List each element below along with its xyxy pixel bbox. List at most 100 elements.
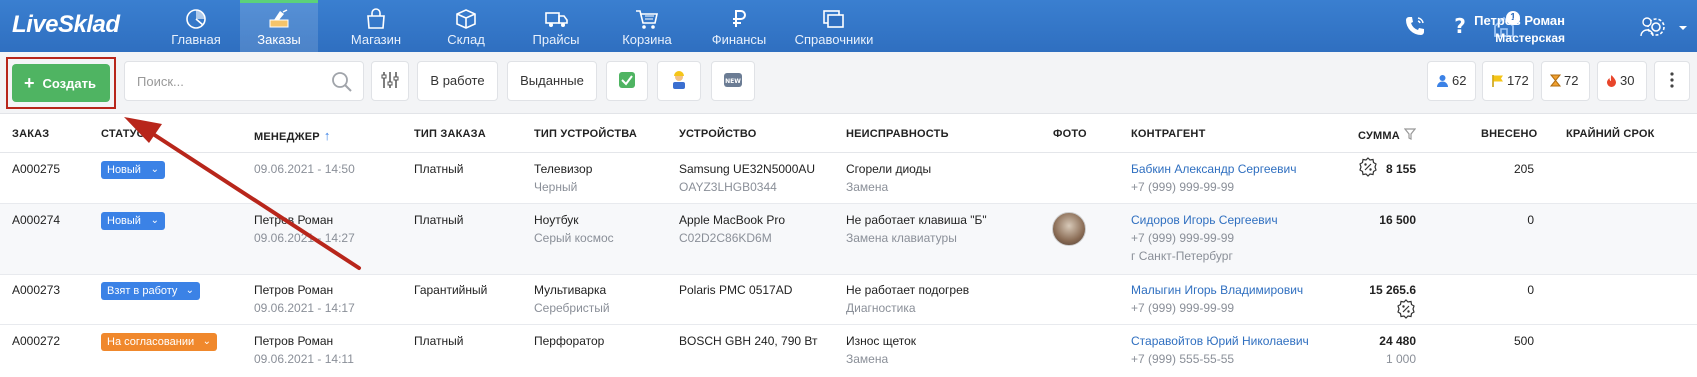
top-navigation-bar: LiveSklad Главная Заказы Магазин Склад П… (0, 0, 1697, 52)
contractor-link[interactable]: Сидоров Игорь Сергеевич (1131, 213, 1278, 227)
chevron-down-icon: ⌄ (150, 215, 159, 226)
col-contractor[interactable]: КОНТРАГЕНТ (1131, 128, 1205, 140)
plus-icon: + (24, 73, 35, 93)
user-name[interactable]: Петров Роман (1465, 13, 1565, 28)
phone-icon[interactable] (1403, 14, 1427, 38)
col-photo[interactable]: ФОТО (1053, 128, 1087, 140)
col-fault[interactable]: НЕИСПРАВНОСТЬ (846, 128, 949, 140)
col-device-type[interactable]: ТИП УСТРОЙСТВА (534, 128, 637, 140)
fire-count-button[interactable]: 30 (1597, 61, 1647, 101)
contractor-link[interactable]: Старавойтов Юрий Николаевич (1131, 334, 1309, 348)
col-sum[interactable]: СУММА (1358, 128, 1417, 142)
order-sum: 16 500 (1379, 213, 1416, 227)
contractor-phone: +7 (999) 555-55-55 (1131, 352, 1235, 366)
order-id[interactable]: A000272 (12, 334, 60, 348)
order-date: 09.06.2021 - 14:27 (254, 231, 355, 245)
order-id[interactable]: A000275 (12, 162, 60, 176)
col-deadline[interactable]: КРАЙНИЙ СРОК (1566, 128, 1655, 140)
hourglass-count-button[interactable]: 72 (1541, 61, 1590, 101)
work-type: Диагностика (846, 301, 916, 315)
table-row[interactable]: A000273 Взят в работу ⌄ Петров Роман 09.0… (0, 275, 1697, 325)
status-dropdown[interactable]: Новый ⌄ (101, 161, 165, 179)
manager-name: Петров Роман (254, 283, 334, 297)
status-dropdown[interactable]: На согласовании ⌄ (101, 333, 217, 351)
chevron-down-icon: ⌄ (185, 285, 194, 296)
nav-item-cart[interactable]: Корзина (610, 0, 684, 52)
annotation-highlight-box: + Создать (6, 57, 116, 109)
nav-item-finance[interactable]: Финансы (700, 0, 778, 52)
search-placeholder: Поиск... (137, 74, 184, 89)
search-icon[interactable] (331, 71, 353, 93)
col-paid[interactable]: ВНЕСЕНО (1481, 128, 1537, 140)
nav-item-warehouse[interactable]: Склад (432, 0, 500, 52)
directory-icon (823, 10, 844, 28)
table-row[interactable]: A000275 Новый ⌄ 09.06.2021 - 14:50 Платны… (0, 153, 1697, 204)
nav-item-directories[interactable]: Справочники (786, 0, 882, 52)
warehouse-box-icon (456, 9, 476, 29)
filter-funnel-icon[interactable] (1403, 128, 1417, 140)
contractor-link[interactable]: Малыгин Игорь Владимирович (1131, 283, 1303, 297)
nav-item-prices[interactable]: Прайсы (520, 0, 592, 52)
filter-worker-button[interactable] (657, 61, 701, 101)
col-device[interactable]: УСТРОЙСТВО (679, 128, 757, 140)
status-label: Новый (107, 164, 141, 176)
status-dropdown[interactable]: Новый ⌄ (101, 212, 165, 230)
svg-text:NEW: NEW (725, 78, 741, 85)
order-paid: 205 (1513, 162, 1534, 176)
user-role: Мастерская (1495, 31, 1565, 45)
clients-count-button[interactable]: 62 (1427, 61, 1476, 101)
col-order[interactable]: ЗАКАЗ (12, 128, 49, 140)
status-label: Новый (107, 215, 141, 227)
nav-label: Главная (171, 32, 221, 47)
device-type: Мультиварка (534, 283, 607, 297)
more-menu-button[interactable] (1654, 61, 1690, 101)
chevron-down-icon[interactable] (1678, 24, 1688, 32)
col-order-type[interactable]: ТИП ЗАКАЗА (414, 128, 486, 140)
col-manager[interactable]: МЕНЕДЖЕР ↑ (254, 128, 331, 143)
order-sum-prepaid: 1 000 (1385, 352, 1416, 366)
status-label: На согласовании (107, 336, 195, 348)
discount-icon (1397, 299, 1415, 319)
status-dropdown[interactable]: Взят в работу ⌄ (101, 282, 200, 300)
order-sum: 15 265.6 (1369, 283, 1416, 297)
col-status[interactable]: СТАТУС (101, 128, 145, 140)
nav-item-shop[interactable]: Магазин (340, 0, 412, 52)
device-color: Серебристый (534, 301, 610, 315)
device-serial: C02D2C86KD6M (679, 231, 772, 245)
discount-icon (1359, 157, 1377, 177)
order-id[interactable]: A000273 (12, 283, 60, 297)
filter-in-work-button[interactable]: В работе (417, 61, 498, 101)
nav-item-orders[interactable]: Заказы (240, 0, 318, 52)
order-sum: 8 155 (1385, 162, 1416, 176)
orders-icon (269, 9, 289, 28)
device-name: Apple MacBook Pro (679, 213, 786, 227)
order-date: 09.06.2021 - 14:17 (254, 301, 355, 315)
create-order-button[interactable]: + Создать (12, 64, 110, 102)
more-vertical-icon (1670, 72, 1674, 88)
filter-new-button[interactable]: NEW (711, 61, 755, 101)
nav-item-home[interactable]: Главная (160, 0, 232, 52)
flag-icon (1492, 75, 1503, 87)
device-photo[interactable] (1052, 212, 1086, 246)
settings-gear-icon[interactable] (1638, 12, 1670, 42)
table-row[interactable]: A000274 Новый ⌄ Петров Роман 09.06.2021 -… (0, 204, 1697, 275)
contractor-link[interactable]: Бабкин Александр Сергеевич (1131, 162, 1297, 176)
table-row[interactable]: A000272 На согласовании ⌄ Петров Роман 09… (0, 325, 1697, 377)
order-type: Платный (414, 162, 464, 176)
filter-settings-button[interactable] (371, 61, 409, 101)
order-id[interactable]: A000274 (12, 213, 60, 227)
nav-label: Заказы (257, 32, 301, 47)
fire-count: 30 (1620, 73, 1635, 88)
table-header: ЗАКАЗ СТАТУС МЕНЕДЖЕР ↑ ТИП ЗАКАЗА ТИП УС… (0, 115, 1697, 153)
fault: Износ щеток (846, 334, 917, 348)
nav-label: Справочники (794, 32, 874, 47)
nav-label: Финансы (711, 32, 767, 47)
filter-issued-button[interactable]: Выданные (507, 61, 597, 101)
order-paid: 500 (1513, 334, 1534, 348)
filter-done-button[interactable] (606, 61, 648, 101)
nav-label: Магазин (350, 32, 402, 47)
flags-count-button[interactable]: 172 (1482, 61, 1534, 101)
brand-logo[interactable]: LiveSklad (12, 11, 120, 39)
nav-label: Корзина (622, 32, 672, 47)
search-field[interactable]: Поиск... (124, 61, 364, 101)
